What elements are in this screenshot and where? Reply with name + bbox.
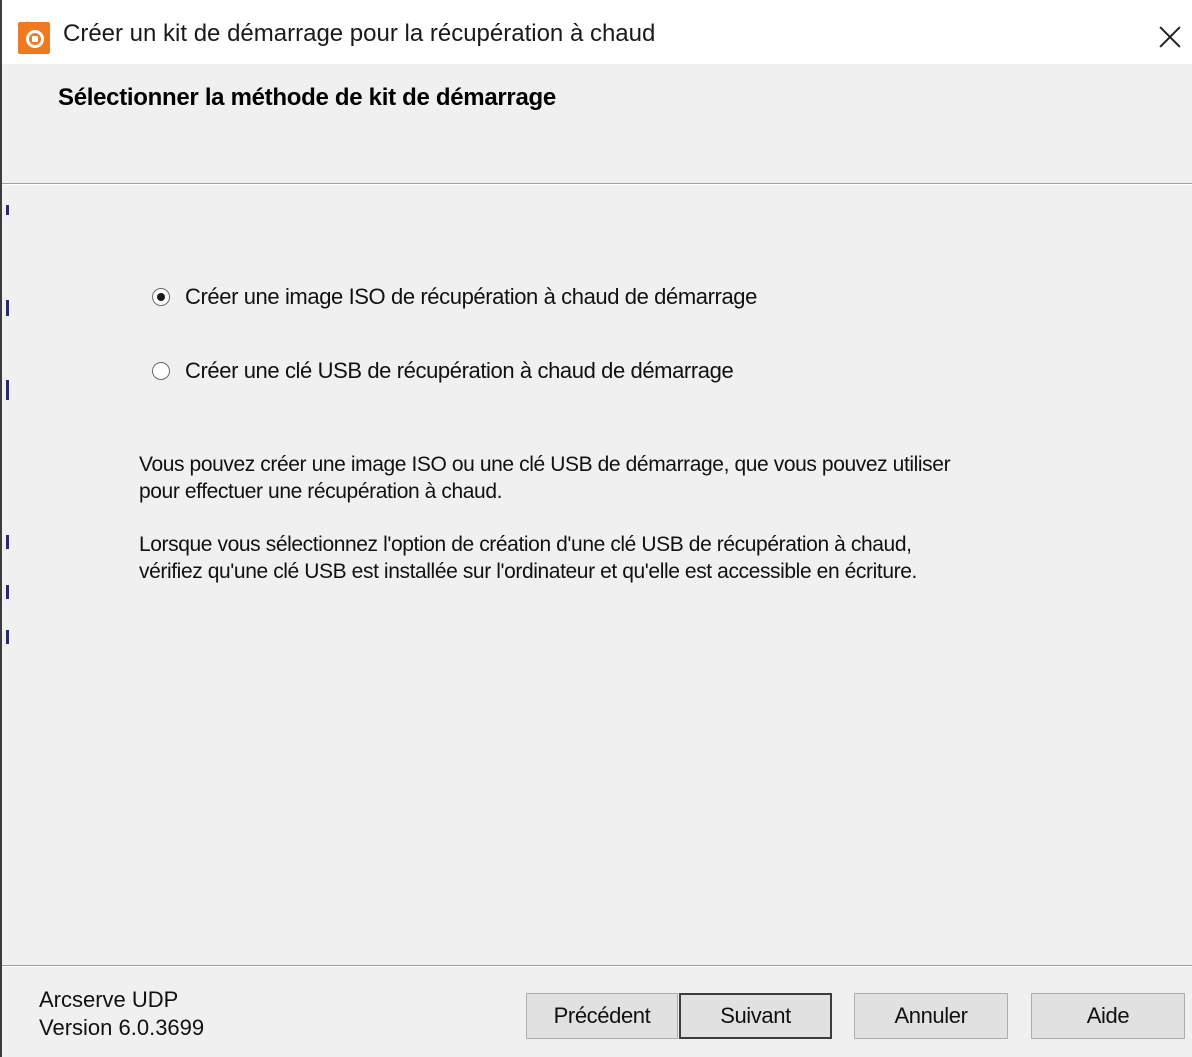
radio-button-selected[interactable] xyxy=(152,288,170,306)
cancel-button[interactable]: Annuler xyxy=(854,993,1008,1039)
wizard-header: Sélectionner la méthode de kit de démarr… xyxy=(2,64,1192,184)
description-paragraph-1: Vous pouvez créer une image ISO ou une c… xyxy=(139,451,951,505)
header-divider xyxy=(2,184,1192,185)
description-line: Lorsque vous sélectionnez l'option de cr… xyxy=(139,533,912,556)
help-button[interactable]: Aide xyxy=(1031,993,1185,1039)
product-name: Arcserve UDP xyxy=(39,987,179,1012)
footer-divider-highlight xyxy=(2,966,1192,967)
product-version: Version 6.0.3699 xyxy=(39,1015,205,1040)
arcserve-app-icon xyxy=(18,22,50,54)
window-edge-mark xyxy=(6,535,9,549)
window-edge-mark xyxy=(6,585,9,599)
page-title: Sélectionner la méthode de kit de démarr… xyxy=(58,84,556,111)
close-icon[interactable] xyxy=(1152,20,1188,56)
description-line: vérifiez qu'une clé USB est installée su… xyxy=(139,560,917,583)
option-usb-key[interactable]: Créer une clé USB de récupération à chau… xyxy=(152,356,734,386)
previous-button[interactable]: Précédent xyxy=(526,993,678,1039)
option-iso-image[interactable]: Créer une image ISO de récupération à ch… xyxy=(152,282,757,312)
window-title: Créer un kit de démarrage pour la récupé… xyxy=(63,20,656,47)
description-line: Vous pouvez créer une image ISO ou une c… xyxy=(139,453,951,476)
radio-button-unselected[interactable] xyxy=(152,362,170,380)
window-edge-mark xyxy=(6,380,9,400)
description-line: pour effectuer une récupération à chaud. xyxy=(139,480,503,503)
option-iso-label: Créer une image ISO de récupération à ch… xyxy=(185,284,757,309)
window-edge-mark xyxy=(6,630,9,644)
product-info: Arcserve UDP Version 6.0.3699 xyxy=(39,986,204,1042)
wizard-window: Créer un kit de démarrage pour la récupé… xyxy=(0,0,1192,1057)
description-paragraph-2: Lorsque vous sélectionnez l'option de cr… xyxy=(139,531,917,585)
title-bar[interactable]: Créer un kit de démarrage pour la récupé… xyxy=(2,0,1192,64)
window-edge-mark xyxy=(6,205,9,215)
option-usb-label: Créer une clé USB de récupération à chau… xyxy=(185,358,734,383)
window-edge-mark xyxy=(6,300,9,316)
next-button[interactable]: Suivant xyxy=(679,993,832,1039)
